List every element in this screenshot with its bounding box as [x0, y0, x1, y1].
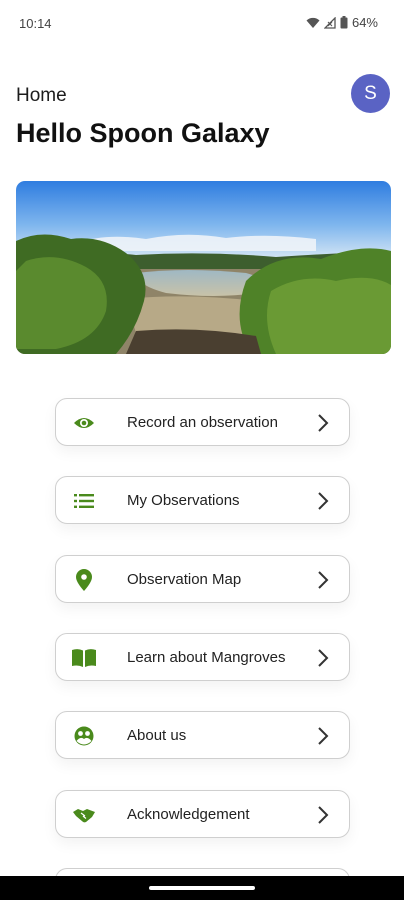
chevron-right-icon — [318, 727, 329, 745]
status-bar: 10:14 64% — [0, 0, 404, 48]
eye-icon — [72, 411, 96, 435]
handshake-icon — [72, 803, 96, 827]
observation-map-button[interactable]: Observation Map — [55, 555, 350, 603]
acknowledgement-button[interactable]: Acknowledgement — [55, 790, 350, 838]
status-time: 10:14 — [19, 16, 52, 31]
mangrove-hero-image — [16, 181, 391, 354]
chevron-right-icon — [318, 806, 329, 824]
chevron-right-icon — [318, 649, 329, 667]
chevron-right-icon — [318, 492, 329, 510]
menu-item-label: Acknowledgement — [127, 806, 250, 823]
page-title: Home — [16, 85, 67, 106]
record-observation-button[interactable]: Record an observation — [55, 398, 350, 446]
chevron-right-icon — [318, 414, 329, 432]
menu-item-label: My Observations — [127, 492, 240, 509]
signal-icon — [323, 16, 336, 29]
book-icon — [72, 646, 96, 670]
menu-item-label: Learn about Mangroves — [127, 649, 286, 666]
menu-item-label: About us — [127, 727, 187, 744]
battery-icon — [340, 16, 348, 29]
group-icon — [72, 724, 96, 748]
about-us-button[interactable]: About us — [55, 711, 350, 759]
chevron-right-icon — [318, 571, 329, 589]
battery-percentage: 64% — [351, 15, 378, 30]
home-gesture-handle[interactable] — [149, 886, 255, 890]
avatar[interactable]: S — [351, 74, 390, 113]
map-pin-icon — [72, 568, 96, 592]
list-icon — [72, 489, 96, 513]
greeting-heading: Hello Spoon Galaxy — [16, 118, 270, 148]
my-observations-button[interactable]: My Observations — [55, 476, 350, 524]
learn-mangroves-button[interactable]: Learn about Mangroves — [55, 633, 350, 681]
status-icons: 64% — [306, 15, 378, 30]
menu-item-label: Record an observation — [127, 414, 278, 431]
menu-item-label: Observation Map — [127, 571, 242, 588]
wifi-icon — [306, 17, 320, 29]
